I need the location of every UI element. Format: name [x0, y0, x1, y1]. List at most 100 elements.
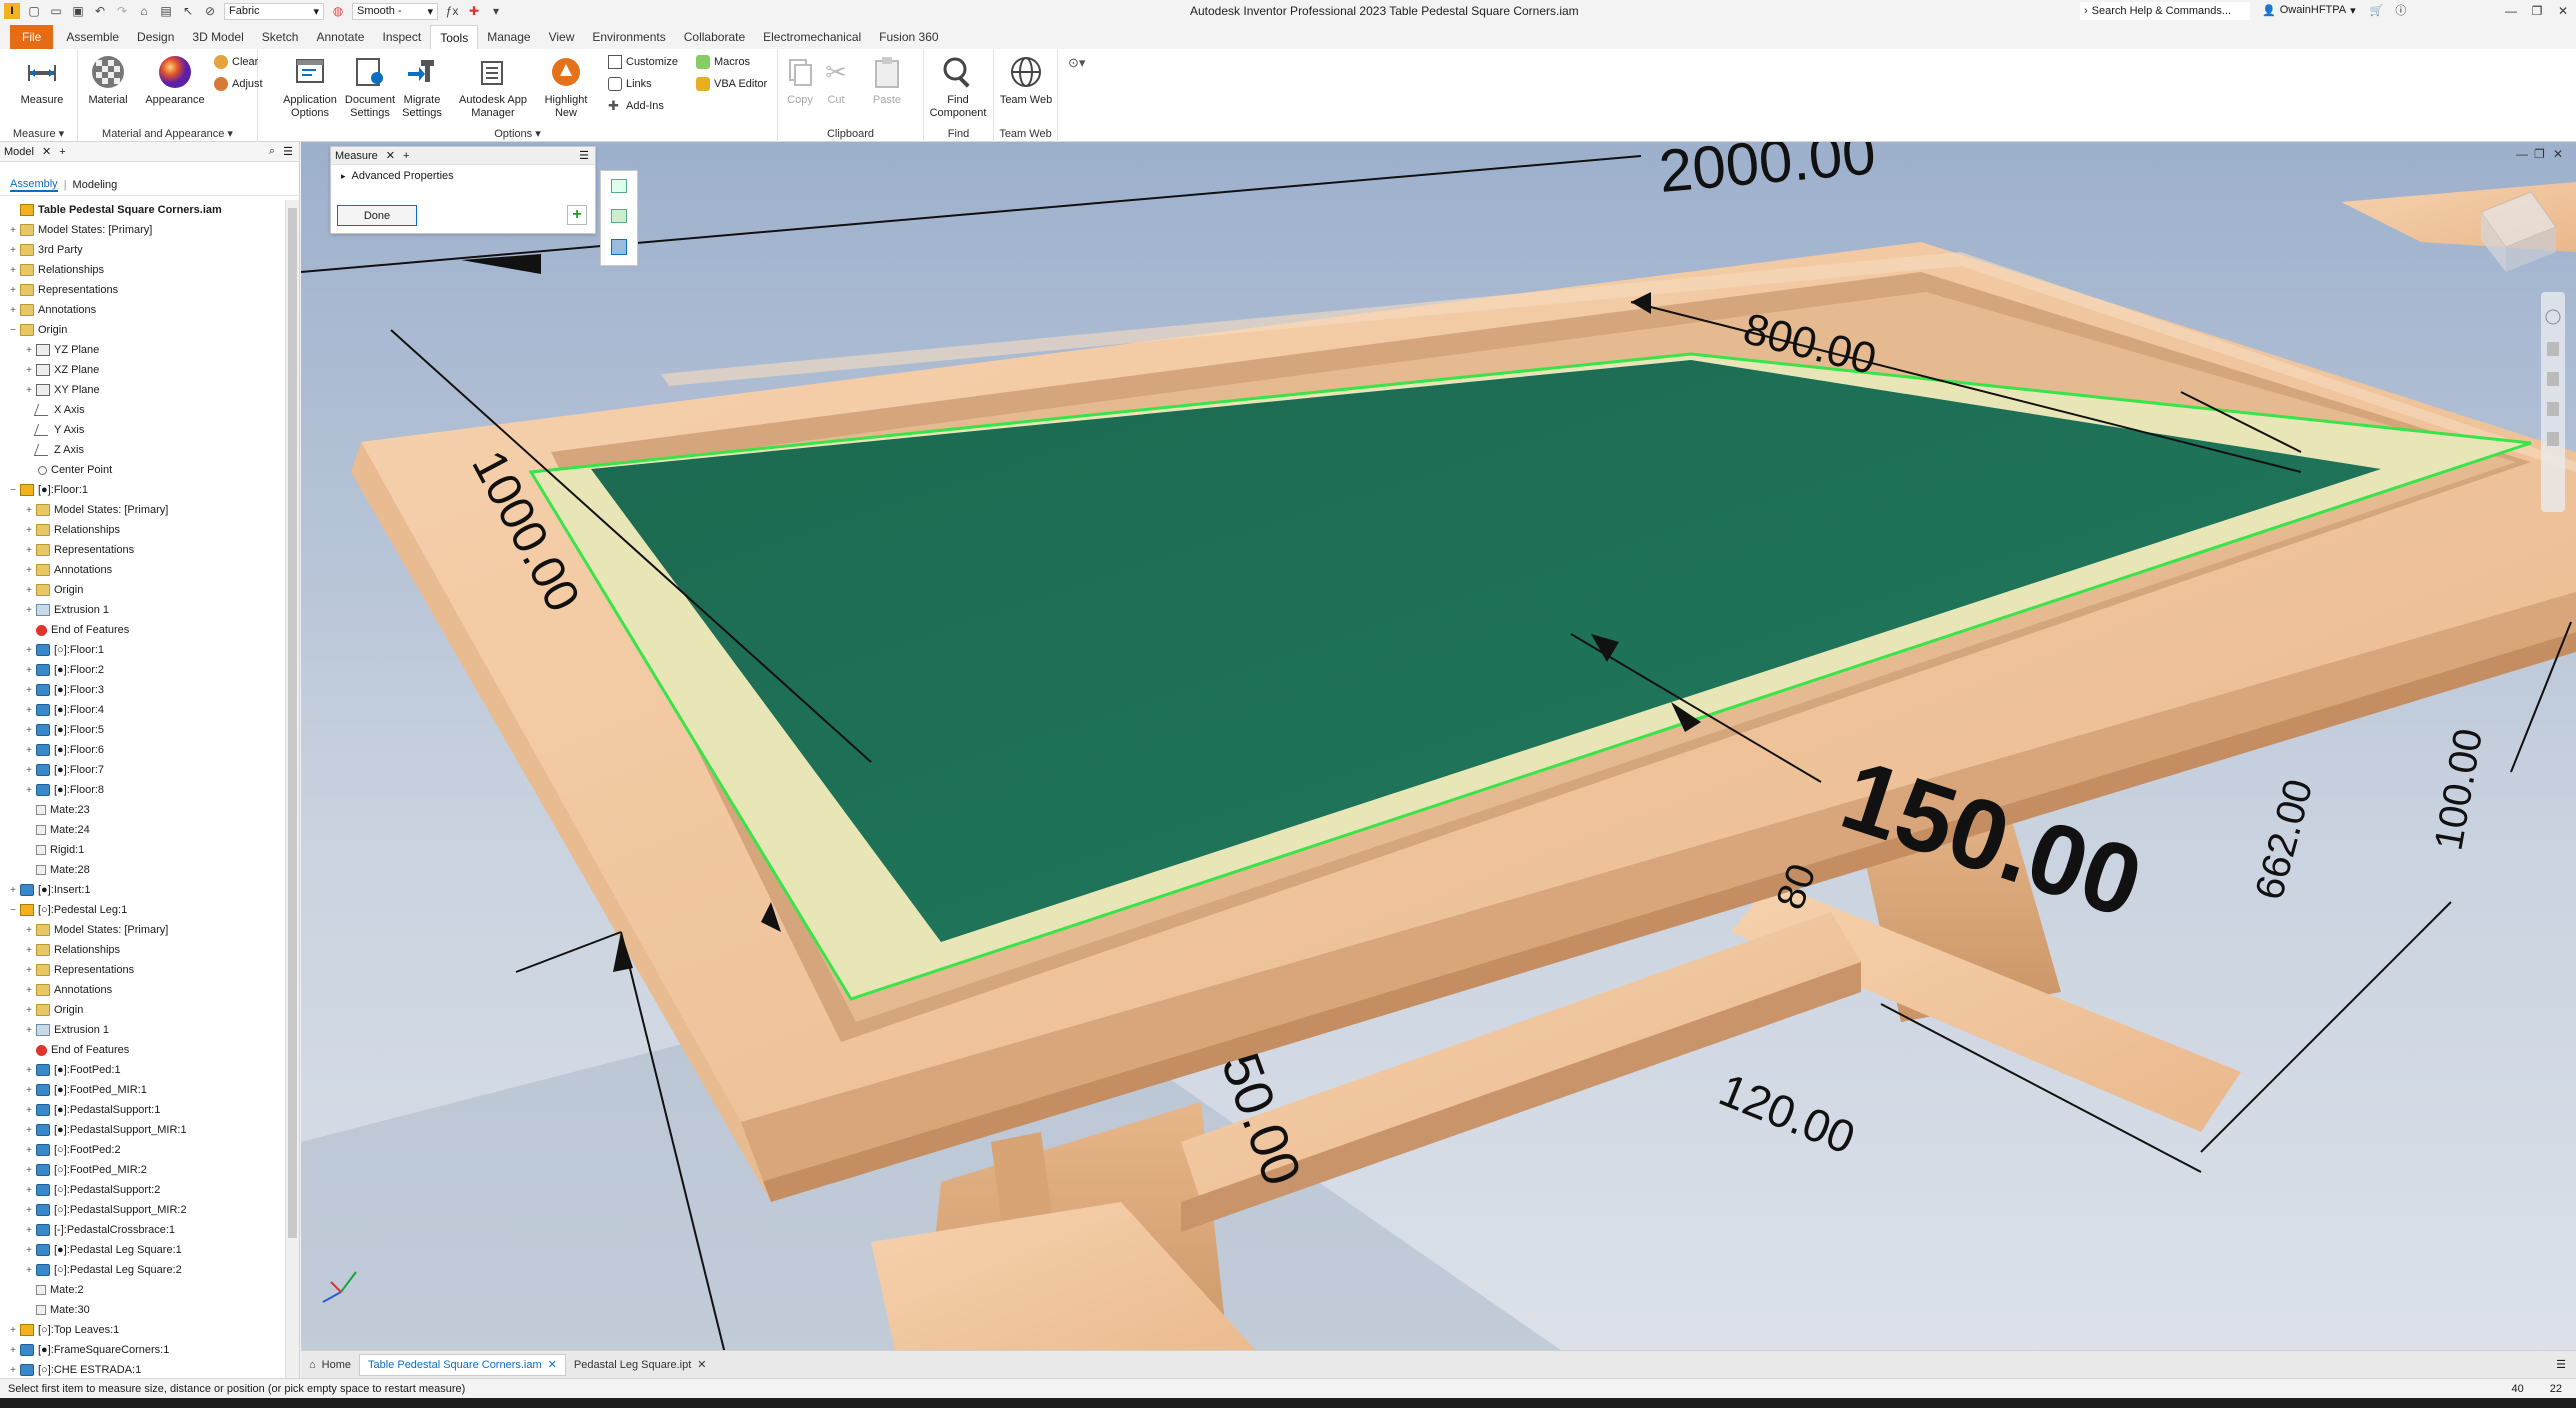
expand-icon[interactable]: +	[8, 265, 18, 276]
expand-icon[interactable]: +	[24, 525, 34, 536]
restore-icon[interactable]: ❐	[2534, 147, 2545, 161]
expand-icon[interactable]: +	[8, 1365, 18, 1376]
expand-icon[interactable]: +	[24, 1205, 34, 1216]
cart-icon[interactable]: 🛒	[2370, 4, 2384, 17]
tree-node[interactable]: + [○]:Top Leaves:1	[0, 1320, 282, 1340]
close-icon[interactable]: ✕	[697, 1358, 706, 1371]
expand-icon[interactable]: +	[24, 1225, 34, 1236]
scrollbar-thumb[interactable]	[288, 208, 297, 1238]
done-button[interactable]: Done	[337, 205, 417, 226]
expand-icon[interactable]: +	[24, 925, 34, 936]
tab-assemble[interactable]: Assemble	[57, 25, 128, 49]
tree-node[interactable]: + Extrusion 1	[0, 600, 282, 620]
undo-icon[interactable]: ↶	[92, 3, 108, 19]
tree-node[interactable]: + [○]:PedastalSupport:2	[0, 1180, 282, 1200]
expand-icon[interactable]: +	[8, 885, 18, 896]
expand-icon[interactable]: +	[24, 665, 34, 676]
tree-node[interactable]: Mate:2	[0, 1280, 282, 1300]
tab-tools[interactable]: Tools	[430, 25, 479, 49]
measure-option-icon[interactable]	[611, 209, 627, 223]
expand-icon[interactable]: +	[8, 1325, 18, 1336]
tree-node[interactable]: End of Features	[0, 620, 282, 640]
links-button[interactable]: Links	[608, 77, 652, 91]
add-tab-icon[interactable]: +	[403, 150, 409, 162]
tree-node[interactable]: + [●]:Pedastal Leg Square:1	[0, 1240, 282, 1260]
tree-node[interactable]: + [○]:FootPed:2	[0, 1140, 282, 1160]
expand-icon[interactable]: +	[8, 1345, 18, 1356]
expand-icon[interactable]: +	[24, 785, 34, 796]
copy-button[interactable]: Copy	[782, 53, 818, 107]
tab-inspect[interactable]: Inspect	[373, 25, 430, 49]
expand-icon[interactable]: +	[24, 965, 34, 976]
tree-node[interactable]: Mate:23	[0, 800, 282, 820]
tree-node[interactable]: + [●]:FrameSquareCorners:1	[0, 1340, 282, 1360]
expand-icon[interactable]: +	[24, 545, 34, 556]
expand-icon[interactable]: +	[24, 1125, 34, 1136]
expand-icon[interactable]: +	[24, 705, 34, 716]
expand-icon[interactable]: +	[24, 1145, 34, 1156]
add-measure-button[interactable]: +	[567, 205, 587, 225]
cut-button[interactable]: ✂ Cut	[818, 53, 854, 107]
update-icon[interactable]: ▤	[158, 3, 174, 19]
redo-icon[interactable]: ↷	[114, 3, 130, 19]
tree-node[interactable]: + [●]:FootPed:1	[0, 1060, 282, 1080]
tab-manage[interactable]: Manage	[478, 25, 539, 49]
tree-node[interactable]: − Origin	[0, 320, 282, 340]
tree-node[interactable]: Z Axis	[0, 440, 282, 460]
document-settings-button[interactable]: Document Settings	[340, 53, 400, 120]
close-icon[interactable]: ✕	[42, 145, 51, 158]
expand-icon[interactable]: +	[24, 505, 34, 516]
options-group-title[interactable]: Options ▾	[258, 127, 777, 140]
tree-node[interactable]: + Extrusion 1	[0, 1020, 282, 1040]
customize-qat-icon[interactable]: ▾	[488, 3, 504, 19]
tab-file[interactable]: File	[10, 25, 54, 49]
help-search-input[interactable]: › Search Help & Commands...	[2080, 2, 2250, 20]
navigation-bar[interactable]	[2541, 292, 2565, 512]
tree-node[interactable]: +3rd Party	[0, 240, 282, 260]
material-icon[interactable]: ⊘	[202, 3, 218, 19]
tree-node[interactable]: + Origin	[0, 1000, 282, 1020]
help-icon[interactable]: ⓘ	[2395, 2, 2406, 18]
measure-option-icon[interactable]	[611, 239, 627, 255]
tree-node[interactable]: + Relationships	[0, 940, 282, 960]
open-file-icon[interactable]: ▭	[48, 3, 64, 19]
clear-appearance-button[interactable]: Clear	[214, 55, 258, 69]
appearance-button[interactable]: Appearance	[144, 53, 206, 107]
tree-node[interactable]: + Model States: [Primary]	[0, 220, 282, 240]
tree-node[interactable]: − [○]:Pedestal Leg:1	[0, 900, 282, 920]
tree-node[interactable]: + [●]:PedastalSupport:1	[0, 1100, 282, 1120]
paste-button[interactable]: Paste	[862, 53, 912, 107]
expand-icon[interactable]: +	[8, 285, 18, 296]
tree-node[interactable]: Table Pedestal Square Corners.iam	[0, 200, 282, 220]
expand-icon[interactable]: +	[24, 745, 34, 756]
tree-node[interactable]: + XZ Plane	[0, 360, 282, 380]
tree-node[interactable]: + [○]:FootPed_MIR:2	[0, 1160, 282, 1180]
close-icon[interactable]: ✕	[2553, 147, 2563, 161]
model-tab[interactable]: Model	[4, 146, 34, 158]
tree-node[interactable]: Center Point	[0, 460, 282, 480]
adjust-appearance-button[interactable]: Adjust	[214, 77, 263, 91]
tree-node[interactable]: + [●]:PedastalSupport_MIR:1	[0, 1120, 282, 1140]
expand-icon[interactable]: +	[24, 1005, 34, 1016]
tree-node[interactable]: + [●]:FootPed_MIR:1	[0, 1080, 282, 1100]
tree-node[interactable]: + [○]:Floor:1	[0, 640, 282, 660]
tree-node[interactable]: + [●]:Insert:1	[0, 880, 282, 900]
tab-3d-model[interactable]: 3D Model	[183, 25, 252, 49]
expand-icon[interactable]: +	[24, 1105, 34, 1116]
tree-node[interactable]: + XY Plane	[0, 380, 282, 400]
team-web-button[interactable]: Team Web	[996, 53, 1056, 107]
advanced-properties-toggle[interactable]: ▸ Advanced Properties	[331, 165, 595, 187]
expand-icon[interactable]: +	[8, 245, 18, 256]
home-icon[interactable]: ⌂	[136, 3, 152, 19]
addins-button[interactable]: ✚ Add-Ins	[608, 99, 664, 113]
tree-node[interactable]: + Annotations	[0, 300, 282, 320]
app-logo-icon[interactable]: I	[4, 3, 20, 19]
tab-menu-icon[interactable]: ☰	[2556, 1358, 2566, 1371]
tree-node[interactable]: Mate:28	[0, 860, 282, 880]
tree-node[interactable]: + [●]:Floor:4	[0, 700, 282, 720]
expand-icon[interactable]: +	[24, 645, 34, 656]
tab-view[interactable]: View	[540, 25, 584, 49]
tree-node[interactable]: − [●]:Floor:1	[0, 480, 282, 500]
tab-collaborate[interactable]: Collaborate	[675, 25, 754, 49]
measure-group-title[interactable]: Measure ▾	[0, 127, 77, 140]
